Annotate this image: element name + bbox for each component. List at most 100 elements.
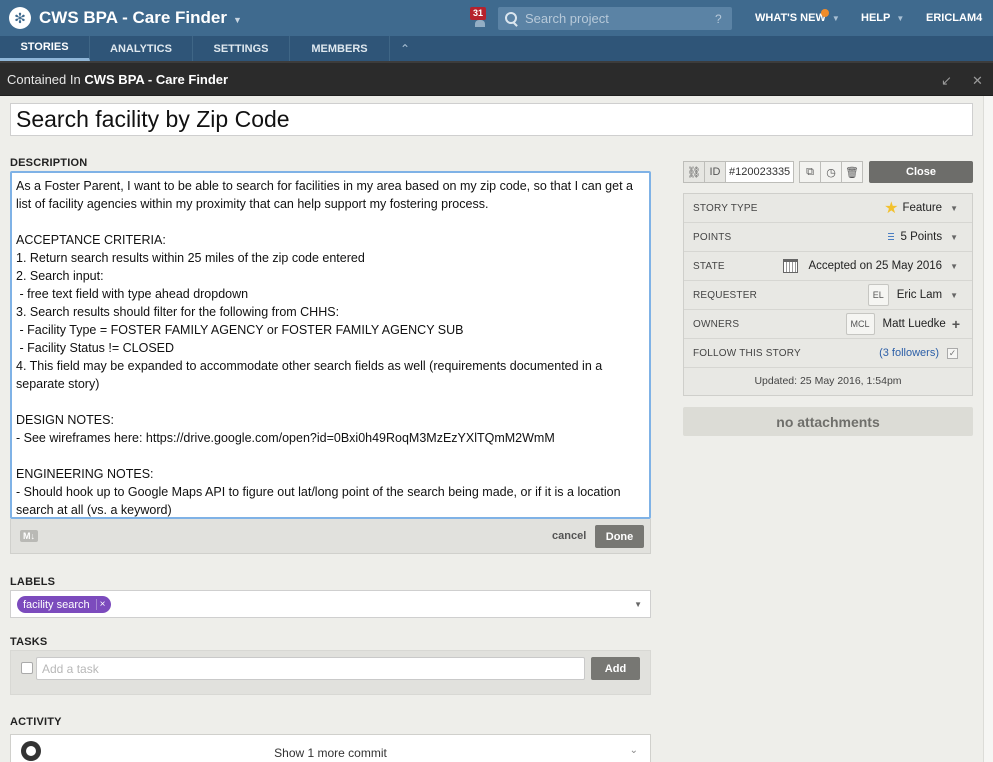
state-select[interactable]: Accepted on 25 May 2016 ▼ [783,259,958,273]
state-row[interactable]: STATE Accepted on 25 May 2016 ▼ [684,252,972,281]
avatar: MCL [845,313,875,335]
project-nav: STORIES ANALYTICS SETTINGS MEMBERS ⌃ [0,36,993,61]
story-type-select[interactable]: ★ Feature ▼ [884,198,958,218]
follow-control[interactable]: (3 followers) ✓ [879,347,958,359]
link-icon[interactable]: ⛓ [683,161,705,183]
history-icon[interactable]: ◷ [820,161,842,183]
story-container-header: Contained In CWS BPA - Care Finder ↙ ✕ [0,63,993,96]
clone-icon[interactable]: ⧉ [799,161,821,183]
owners-row[interactable]: OWNERS MCL Matt Luedke + [684,310,972,339]
cancel-button[interactable]: cancel [552,530,586,542]
tab-analytics[interactable]: ANALYTICS [90,36,193,61]
add-task-input[interactable] [36,657,585,680]
description-editor-footer: M↓ cancel Done [10,519,651,554]
calendar-icon [783,259,799,273]
avatar: EL [867,284,889,306]
new-indicator-dot [821,9,829,17]
label-chip[interactable]: facility search × [17,596,112,613]
tasks-heading: TASKS [10,636,48,648]
contained-project-link[interactable]: CWS BPA - Care Finder [84,72,228,87]
contained-in-text: Contained In CWS BPA - Care Finder [7,72,228,87]
trash-icon[interactable]: 🗑 [841,161,863,183]
tasks-panel: Add [10,650,651,695]
top-header: ✻ CWS BPA - Care Finder ▼ 31 ? WHAT'S NE… [0,0,993,36]
follow-checkbox[interactable]: ✓ [947,347,958,359]
notification-count-badge: 31 [470,7,487,20]
notifications-button[interactable]: 31 [470,7,488,27]
star-icon: ★ [884,200,899,217]
help-menu[interactable]: HELP ▼ [861,0,904,36]
label-chip-text: facility search [23,598,90,611]
owners-label: OWNERS [693,318,740,330]
id-label: ID [704,161,726,183]
add-task-button[interactable]: Add [591,657,640,680]
collapse-arrow-icon[interactable]: ↙ [941,73,952,89]
owners-select[interactable]: MCL Matt Luedke + [845,313,960,335]
owners-value: Matt Luedke [882,318,946,330]
search-box: ? [498,7,732,30]
collapse-chevron-up-icon[interactable]: ⌃ [390,36,410,61]
story-type-value: Feature [902,202,943,214]
chevron-down-icon: ▼ [950,261,958,271]
activity-commits: Show 1 more commit ⌄ [10,734,651,762]
state-label: STATE [693,260,725,272]
story-id-group: ⛓ ID #120023335 [683,161,795,183]
attachments-dropzone[interactable]: no attachments [683,407,973,436]
search-input[interactable] [525,11,715,26]
points-bars-icon [887,232,894,242]
chevron-down-icon[interactable]: ▼ [634,600,642,609]
description-textarea[interactable]: As a Foster Parent, I want to be able to… [10,171,651,519]
story-title-field[interactable]: Search facility by Zip Code [10,103,973,136]
search-help-icon[interactable]: ? [715,12,722,26]
labels-input[interactable]: facility search × ▼ [10,590,651,618]
tab-members[interactable]: MEMBERS [290,36,390,61]
remove-label-icon[interactable]: × [95,599,105,610]
updated-timestamp: Updated: 25 May 2016, 1:54pm [754,375,902,387]
search-icon [505,11,519,26]
chevron-down-icon: ▼ [950,203,958,213]
tab-stories[interactable]: STORIES [0,36,90,61]
followers-link[interactable]: (3 followers) [879,347,939,359]
requester-row[interactable]: REQUESTER EL Eric Lam ▼ [684,281,972,310]
state-value: Accepted on 25 May 2016 [808,260,943,272]
username-label: ERICLAM4 [926,12,983,24]
story-detail-panel: Search facility by Zip Code DESCRIPTION … [0,96,983,762]
points-label: POINTS [693,231,732,243]
points-select[interactable]: 5 Points ▼ [887,231,958,243]
story-info-panel: STORY TYPE ★ Feature ▼ POINTS 5 Points ▼… [683,193,973,396]
project-title[interactable]: CWS BPA - Care Finder [39,8,227,28]
chevron-down-icon: ▼ [831,13,840,23]
story-type-row[interactable]: STORY TYPE ★ Feature ▼ [684,194,972,223]
close-icon[interactable]: ✕ [972,73,983,89]
story-id-value[interactable]: #120023335 [725,161,795,183]
activity-heading: ACTIVITY [10,716,62,728]
whats-new-menu[interactable]: WHAT'S NEW ▼ [755,0,840,36]
requester-select[interactable]: EL Eric Lam ▼ [867,284,958,306]
points-value: 5 Points [900,231,943,243]
requester-value: Eric Lam [896,289,943,301]
requester-label: REQUESTER [693,289,758,301]
tracker-logo-icon[interactable]: ✻ [9,7,31,29]
user-menu[interactable]: ERICLAM4 [926,0,982,36]
chevron-down-icon: ▼ [950,232,958,242]
scrollbar[interactable] [983,96,993,762]
contained-prefix: Contained In [7,71,81,87]
bell-icon [475,20,485,27]
markdown-icon[interactable]: M↓ [20,530,38,542]
project-menu-caret-icon[interactable]: ▼ [233,15,242,25]
help-label: HELP [861,12,891,24]
tab-settings[interactable]: SETTINGS [193,36,290,61]
chevron-down-icon: ▼ [950,290,958,300]
close-button[interactable]: Close [869,161,973,183]
description-heading: DESCRIPTION [10,157,88,169]
done-button[interactable]: Done [595,525,644,548]
whats-new-label: WHAT'S NEW [755,12,826,24]
add-owner-plus-icon[interactable]: + [952,316,960,332]
show-more-commit-link[interactable]: Show 1 more commit [11,746,650,760]
task-checkbox[interactable] [21,662,33,674]
follow-row[interactable]: FOLLOW THIS STORY (3 followers) ✓ [684,339,972,368]
chevron-down-icon: ▼ [896,13,905,23]
labels-heading: LABELS [10,576,56,588]
points-row[interactable]: POINTS 5 Points ▼ [684,223,972,252]
chevron-down-icon[interactable]: ⌄ [630,745,638,756]
